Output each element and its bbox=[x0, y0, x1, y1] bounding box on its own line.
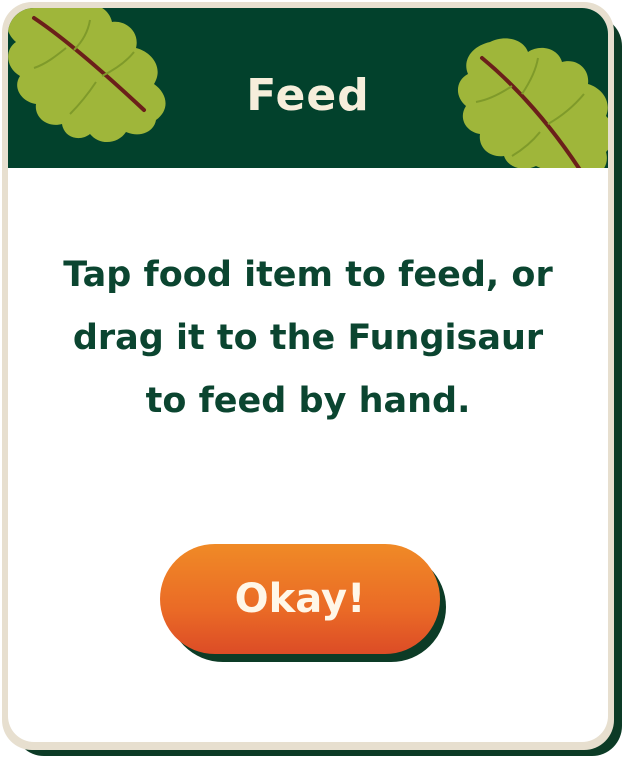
feed-dialog-page: Feed Tap food item to feed, or drag it t… bbox=[0, 0, 624, 758]
dialog-title: Feed bbox=[246, 70, 370, 121]
dialog-header: Feed bbox=[8, 8, 608, 168]
okay-button[interactable]: Okay! bbox=[160, 544, 440, 654]
dialog-message: Tap food item to feed, or drag it to the… bbox=[63, 255, 553, 421]
okay-button-container: Okay! bbox=[160, 544, 450, 666]
okay-button-label: Okay! bbox=[234, 576, 366, 622]
